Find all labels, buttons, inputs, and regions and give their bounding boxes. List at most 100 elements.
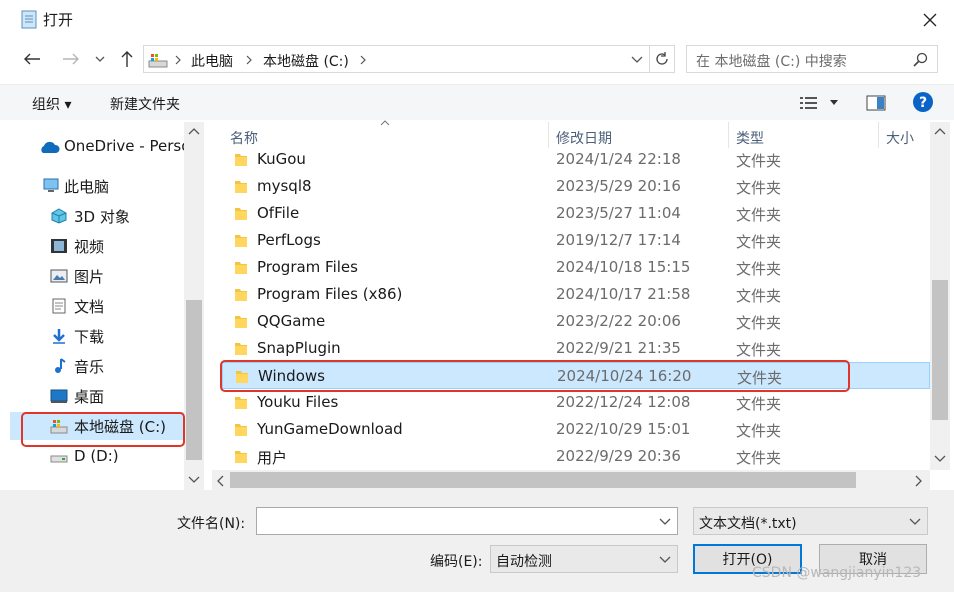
nav-item-pictures[interactable]: 图片 bbox=[10, 262, 186, 290]
nav-item-drive-d[interactable]: D (D:) bbox=[10, 442, 186, 470]
folder-icon bbox=[235, 235, 247, 247]
divider bbox=[649, 46, 650, 72]
file-row[interactable]: KuGou 2024/1/24 22:18 文件夹 bbox=[222, 146, 930, 173]
file-row[interactable]: YunGameDownload 2022/10/29 15:01 文件夹 bbox=[222, 416, 930, 443]
nav-scrollbar-thumb[interactable] bbox=[186, 300, 202, 460]
folder-icon bbox=[235, 424, 247, 436]
column-size[interactable]: 大小 bbox=[886, 128, 914, 148]
drive-icon bbox=[148, 54, 168, 68]
scroll-up-icon[interactable] bbox=[934, 126, 946, 136]
close-icon bbox=[923, 13, 937, 27]
column-name[interactable]: 名称 bbox=[230, 128, 258, 148]
cube-icon bbox=[51, 208, 67, 224]
chevron-down-icon[interactable] bbox=[659, 514, 671, 528]
new-folder-button[interactable]: 新建文件夹 bbox=[110, 94, 180, 114]
nav-item-downloads[interactable]: 下载 bbox=[10, 322, 186, 350]
file-row[interactable]: Program Files (x86) 2024/10/17 21:58 文件夹 bbox=[222, 281, 930, 308]
scroll-down-icon[interactable] bbox=[934, 454, 946, 464]
filetype-select[interactable]: 文本文档(*.txt) bbox=[693, 507, 928, 535]
folder-icon bbox=[236, 371, 248, 383]
folder-icon bbox=[235, 154, 247, 166]
scroll-down-icon[interactable] bbox=[188, 475, 200, 485]
navigation-pane: OneDrive - Perso 此电脑 3D 对象 视频 图片 文档 下载 音… bbox=[10, 122, 204, 490]
scroll-right-icon[interactable] bbox=[914, 475, 924, 487]
file-row[interactable]: Program Files 2024/10/18 15:15 文件夹 bbox=[222, 254, 930, 281]
nav-item-music[interactable]: 音乐 bbox=[10, 352, 186, 380]
view-options-icon[interactable] bbox=[799, 95, 819, 111]
folder-icon bbox=[235, 181, 247, 193]
column-divider[interactable] bbox=[878, 122, 879, 148]
file-row[interactable]: Youku Files 2022/12/24 12:08 文件夹 bbox=[222, 389, 930, 416]
breadcrumb-this-pc[interactable]: 此电脑 bbox=[191, 51, 233, 71]
forward-button[interactable] bbox=[58, 46, 84, 72]
encoding-label: 编码(E): bbox=[430, 554, 483, 570]
recent-locations-button[interactable] bbox=[89, 46, 111, 72]
help-icon[interactable]: ? bbox=[912, 91, 934, 113]
nav-item-documents[interactable]: 文档 bbox=[10, 292, 186, 320]
up-button[interactable] bbox=[114, 46, 140, 72]
nav-item-3d-objects[interactable]: 3D 对象 bbox=[10, 202, 186, 230]
folder-icon bbox=[235, 208, 247, 220]
address-bar[interactable]: 此电脑 本地磁盘 (C:) bbox=[143, 45, 675, 73]
close-button[interactable] bbox=[912, 4, 948, 36]
filename-input[interactable] bbox=[256, 507, 678, 535]
refresh-icon[interactable] bbox=[654, 51, 670, 67]
preview-pane-icon[interactable] bbox=[866, 94, 886, 112]
drive-c-icon bbox=[50, 420, 68, 434]
file-row[interactable]: mysql8 2023/5/29 20:16 文件夹 bbox=[222, 173, 930, 200]
folder-icon bbox=[235, 316, 247, 328]
music-icon bbox=[55, 358, 66, 373]
download-icon bbox=[53, 329, 65, 344]
search-placeholder: 在 本地磁盘 (C:) 中搜索 bbox=[696, 54, 847, 70]
watermark: CSDN @wangjianyin123 bbox=[752, 565, 922, 581]
breadcrumb-local-disk[interactable]: 本地磁盘 (C:) bbox=[263, 51, 349, 71]
arrow-right-icon bbox=[63, 53, 79, 65]
computer-icon bbox=[43, 178, 59, 192]
sort-ascending-icon bbox=[380, 120, 390, 126]
search-box[interactable]: 在 本地磁盘 (C:) 中搜索 bbox=[686, 45, 938, 73]
arrow-up-icon bbox=[121, 51, 133, 67]
column-type[interactable]: 类型 bbox=[736, 128, 764, 148]
nav-item-onedrive[interactable]: OneDrive - Perso bbox=[10, 132, 190, 160]
back-button[interactable] bbox=[19, 46, 45, 72]
vertical-scrollbar-thumb[interactable] bbox=[932, 280, 948, 420]
nav-item-this-pc[interactable]: 此电脑 bbox=[10, 172, 186, 200]
toolbar: 组织 ▾ 新建文件夹 ? bbox=[0, 84, 954, 120]
file-row[interactable]: SnapPlugin 2022/9/21 21:35 文件夹 bbox=[222, 335, 930, 362]
search-icon bbox=[913, 52, 928, 67]
picture-icon bbox=[50, 269, 68, 283]
column-divider[interactable] bbox=[728, 122, 729, 148]
chevron-down-icon bbox=[659, 556, 671, 563]
organize-button[interactable]: 组织 ▾ bbox=[32, 94, 71, 114]
file-row[interactable]: QQGame 2023/2/22 20:06 文件夹 bbox=[222, 308, 930, 335]
nav-item-local-disk-c[interactable]: 本地磁盘 (C:) bbox=[10, 412, 186, 440]
cloud-icon bbox=[41, 141, 60, 153]
file-row[interactable]: PerfLogs 2019/12/7 17:14 文件夹 bbox=[222, 227, 930, 254]
folder-icon bbox=[235, 289, 247, 301]
arrow-left-icon bbox=[24, 53, 40, 65]
chevron-down-icon bbox=[95, 56, 105, 62]
chevron-right-icon bbox=[360, 55, 366, 65]
address-dropdown-icon[interactable] bbox=[631, 56, 643, 64]
column-divider[interactable] bbox=[548, 122, 549, 148]
file-row[interactable]: OfFile 2023/5/27 11:04 文件夹 bbox=[222, 200, 930, 227]
chevron-down-icon bbox=[909, 518, 921, 525]
encoding-select[interactable]: 自动检测 bbox=[490, 545, 678, 573]
folder-icon bbox=[235, 262, 247, 274]
drive-icon bbox=[50, 455, 68, 463]
file-row[interactable]: 用户 2022/9/29 20:36 文件夹 bbox=[222, 443, 930, 468]
scroll-up-icon[interactable] bbox=[188, 126, 200, 136]
scroll-left-icon[interactable] bbox=[215, 475, 225, 487]
nav-item-desktop[interactable]: 桌面 bbox=[10, 382, 186, 410]
folder-icon bbox=[235, 343, 247, 355]
column-modified[interactable]: 修改日期 bbox=[556, 128, 612, 148]
chevron-down-icon[interactable] bbox=[829, 99, 839, 107]
notepad-icon bbox=[21, 10, 37, 29]
horizontal-scrollbar-thumb[interactable] bbox=[230, 472, 856, 488]
window-title: 打开 bbox=[43, 11, 74, 29]
nav-item-videos[interactable]: 视频 bbox=[10, 232, 186, 260]
folder-icon bbox=[235, 451, 247, 463]
document-icon bbox=[52, 298, 66, 314]
file-row-selected[interactable]: Windows 2024/10/24 16:20 文件夹 bbox=[222, 362, 930, 389]
video-icon bbox=[51, 239, 67, 253]
